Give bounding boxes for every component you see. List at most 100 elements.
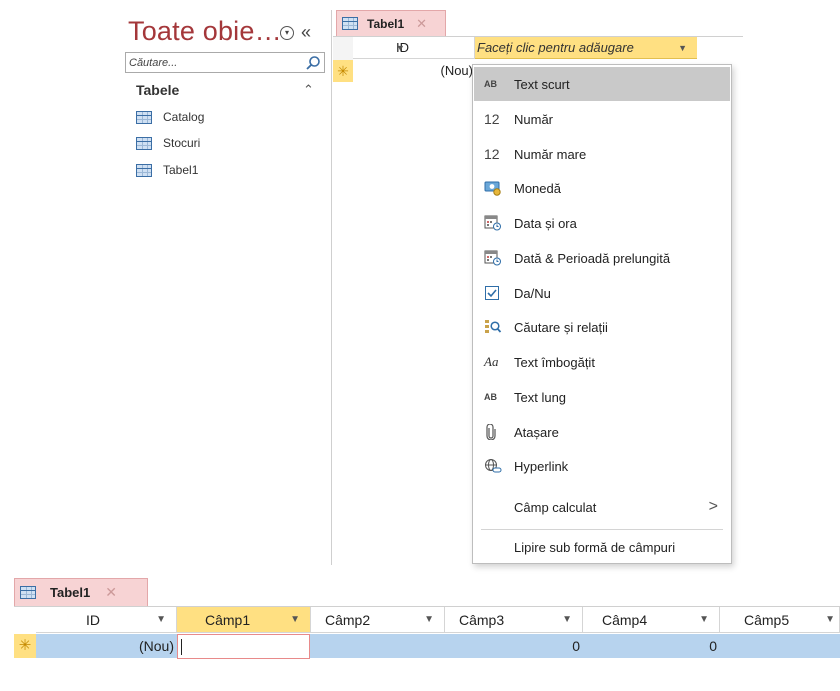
menu-item-label: Hyperlink [514, 458, 569, 474]
camp3-cell[interactable]: 0 [445, 634, 582, 658]
currency-icon [484, 180, 514, 196]
dropdown-arrow-icon[interactable]: ▼ [678, 37, 687, 59]
nav-search-box[interactable] [125, 52, 325, 73]
number-icon: 12 [484, 111, 500, 127]
menu-item-long-text[interactable]: AB Text lung [474, 380, 730, 414]
group-header-tables[interactable]: Tabele [136, 82, 179, 98]
menu-item-label: Câmp calculat [514, 499, 597, 515]
text-caret [181, 639, 182, 655]
menu-item-label: Atașare [514, 424, 559, 440]
menu-item-label: Dată & Perioadă prelungită [514, 250, 671, 266]
large-number-icon: 12 [484, 146, 500, 162]
column-header-label: Câmp5 [744, 612, 790, 628]
menu-item-lookup[interactable]: Căutare și relații [474, 310, 730, 344]
datasheet-bottom: Tabel1 ✕ ID ▼ Câmp1 ▼ Câmp2 ▼ Câmp3 ▼ Câ… [14, 578, 840, 691]
tab-label: Tabel1 [50, 585, 91, 600]
menu-item-paste-as-fields[interactable]: Lipire sub formă de câmpuri [474, 530, 730, 564]
camp4-cell[interactable]: 0 [583, 634, 719, 658]
nav-item-stocuri[interactable]: Stocuri [136, 133, 200, 153]
chevron-up-double-icon[interactable]: ⌃ [303, 82, 314, 98]
menu-item-label: Căutare și relații [514, 319, 608, 335]
new-record-icon[interactable]: ✳ [333, 60, 353, 82]
long-text-icon: AB [484, 392, 497, 402]
search-icon[interactable] [305, 55, 321, 71]
column-header-camp5[interactable]: Câmp5 ▼ [720, 607, 840, 633]
menu-item-date-extended[interactable]: Dată & Perioadă prelungită [474, 241, 730, 275]
close-icon[interactable]: ✕ [105, 584, 117, 601]
add-column-label: Faceți clic pentru adăugare [477, 40, 634, 55]
dropdown-arrow-icon[interactable]: ▼ [825, 607, 835, 633]
menu-item-hyperlink[interactable]: Hyperlink [474, 449, 730, 483]
menu-item-large-number[interactable]: 12 Număr mare [474, 137, 730, 171]
navigation-pane: Toate obie… ▾ « Tabele ⌃ Catalog Stocuri… [120, 10, 332, 565]
camp1-cell-editor[interactable] [177, 634, 310, 659]
date-time-icon [484, 215, 514, 231]
menu-item-label: Număr [514, 111, 554, 127]
column-header-label: ID [86, 612, 100, 628]
menu-item-label: Număr mare [514, 146, 587, 162]
record-selector-column [14, 607, 36, 633]
field-type-menu: AB Text scurt 12 Număr 12 Număr mare Mon… [472, 64, 732, 564]
dropdown-arrow-icon[interactable]: ▼ [156, 607, 166, 633]
column-header-id[interactable]: ID ▼ [353, 37, 475, 59]
rich-text-icon: Aa [484, 354, 499, 369]
column-header-camp4[interactable]: Câmp4 ▼ [583, 607, 720, 633]
attachment-icon [484, 424, 514, 440]
column-header-camp3[interactable]: Câmp3 ▼ [445, 607, 583, 633]
search-input[interactable] [126, 53, 296, 73]
menu-item-attachment[interactable]: Atașare [474, 415, 730, 449]
nav-item-label: Catalog [163, 110, 205, 124]
menu-item-short-text[interactable]: AB Text scurt [474, 67, 730, 101]
tab-label: Tabel1 [367, 16, 405, 31]
menu-item-label: Data și ora [514, 215, 577, 231]
column-header-label: Câmp3 [459, 612, 505, 628]
menu-item-date-time[interactable]: Data și ora [474, 206, 730, 240]
dropdown-arrow-icon[interactable]: ▼ [396, 37, 468, 59]
menu-item-label: Monedă [514, 180, 561, 196]
collapse-pane-icon[interactable]: « [301, 22, 311, 43]
nav-item-catalog[interactable]: Catalog [136, 107, 204, 127]
lookup-icon [484, 319, 514, 335]
table-icon [136, 136, 152, 150]
datasheet-top: Tabel1 ✕ ID ▼ Faceți clic pentru adăugar… [333, 10, 743, 82]
menu-item-label: Text îmbogățit [514, 354, 595, 370]
column-header-camp2[interactable]: Câmp2 ▼ [311, 607, 445, 633]
column-header-camp1[interactable]: Câmp1 ▼ [177, 607, 311, 633]
nav-item-label: Stocuri [163, 136, 201, 150]
dropdown-arrow-icon[interactable]: ▼ [424, 607, 434, 633]
menu-item-label: Text scurt [514, 76, 570, 92]
close-icon[interactable]: ✕ [416, 16, 427, 32]
tab-tabel1[interactable]: Tabel1 ✕ [336, 10, 446, 36]
camp5-cell[interactable] [720, 634, 840, 658]
tab-tabel1[interactable]: Tabel1 ✕ [14, 578, 148, 606]
date-extended-icon [484, 250, 514, 266]
table-icon [342, 17, 358, 30]
chevron-down-icon[interactable]: ▾ [280, 26, 294, 40]
id-cell[interactable]: (Nou) [36, 634, 176, 658]
nav-item-tabel1[interactable]: Tabel1 [136, 160, 198, 180]
dropdown-arrow-icon[interactable]: ▼ [699, 607, 709, 633]
column-header-label: Câmp4 [602, 612, 648, 628]
menu-item-yes-no[interactable]: Da/Nu [474, 276, 730, 310]
menu-item-rich-text[interactable]: Aa Text îmbogățit [474, 345, 730, 379]
menu-item-calculated-field[interactable]: Câmp calculat > [474, 490, 730, 524]
nav-item-label: Tabel1 [163, 163, 199, 177]
new-record-icon[interactable]: ✳ [14, 634, 36, 658]
table-icon [20, 586, 36, 599]
camp2-cell[interactable] [311, 634, 445, 658]
empty-area [14, 659, 840, 691]
hyperlink-icon [484, 458, 514, 474]
menu-item-label: Da/Nu [514, 285, 551, 301]
dropdown-arrow-icon[interactable]: ▼ [562, 607, 572, 633]
menu-item-label: Lipire sub formă de câmpuri [514, 539, 676, 555]
nav-pane-title[interactable]: Toate obie… [128, 16, 282, 47]
dropdown-arrow-icon[interactable]: ▼ [290, 607, 300, 633]
add-column-header[interactable]: Faceți clic pentru adăugare ▼ [475, 37, 697, 59]
table-icon [136, 110, 152, 124]
column-header-id[interactable]: ID ▼ [36, 607, 177, 633]
column-header-label: Câmp2 [325, 612, 371, 628]
menu-item-currency[interactable]: Monedă [474, 171, 730, 205]
id-cell[interactable]: (Nou) [353, 60, 475, 82]
table-icon [136, 163, 152, 177]
menu-item-number[interactable]: 12 Număr [474, 102, 730, 136]
